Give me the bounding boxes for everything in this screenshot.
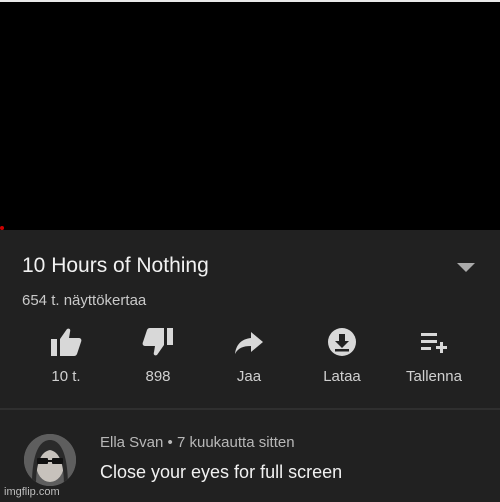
download-label: Lataa <box>323 368 361 385</box>
thumbs-down-icon <box>142 328 173 356</box>
comment-text: Close your eyes for full screen <box>100 462 343 482</box>
meta-separator: • <box>167 434 173 451</box>
watermark: imgflip.com <box>4 486 60 498</box>
avatar[interactable] <box>24 434 76 486</box>
save-label: Tallenna <box>406 368 462 385</box>
dislike-button[interactable]: 898 <box>118 326 198 385</box>
share-label: Jaa <box>236 368 262 385</box>
user-face-icon <box>24 434 76 486</box>
video-title: 10 Hours of Nothing <box>22 254 209 277</box>
save-button[interactable]: Tallenna <box>394 326 474 385</box>
chevron-down-icon[interactable] <box>457 263 475 272</box>
like-button[interactable]: 10 t. <box>26 326 106 385</box>
video-info-panel: 10 Hours of Nothing 654 t. näyttökertaa … <box>0 230 500 502</box>
thumbs-up-icon <box>51 328 82 356</box>
screenshot-frame: 10 Hours of Nothing 654 t. näyttökertaa … <box>0 2 500 502</box>
download-button[interactable]: Lataa <box>302 326 382 385</box>
like-count: 10 t. <box>51 368 81 385</box>
share-icon <box>235 332 263 354</box>
comment-author[interactable]: Ella Svan <box>100 434 163 451</box>
playlist-add-icon <box>421 333 447 353</box>
section-divider <box>0 408 500 410</box>
dislike-count: 898 <box>145 368 171 385</box>
comment-meta: Ella Svan • 7 kuukautta sitten <box>100 434 295 451</box>
video-player[interactable] <box>4 6 498 230</box>
download-icon <box>328 328 356 356</box>
view-count: 654 t. näyttökertaa <box>22 292 147 309</box>
share-button[interactable]: Jaa <box>209 326 289 385</box>
comment-time: 7 kuukautta sitten <box>176 434 295 451</box>
